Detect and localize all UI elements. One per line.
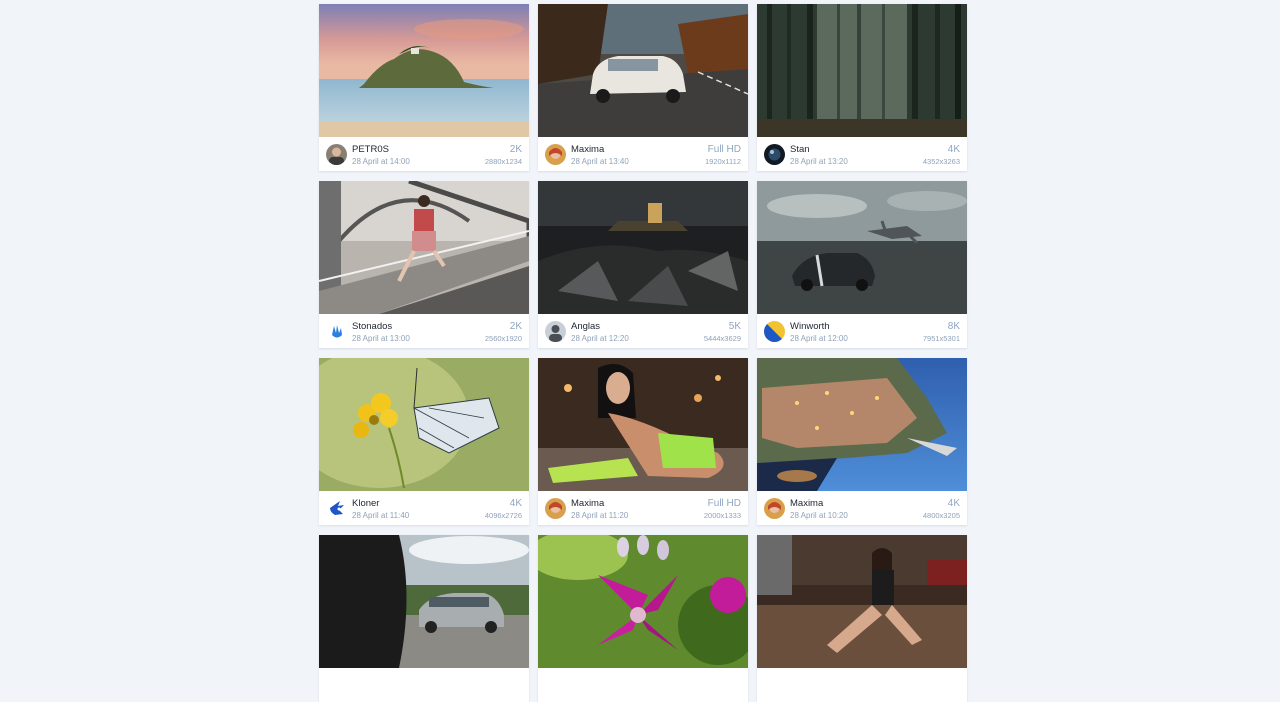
post-date: 28 April at 13:40: [571, 157, 629, 166]
card-info: [319, 668, 529, 702]
author-name[interactable]: Anglas: [571, 321, 600, 332]
image-dimensions: 2560x1920: [484, 334, 522, 343]
image-dimensions: 4352x3263: [922, 157, 960, 166]
card-info: Maxima 28 April at 10:20 4K 4800x3205: [757, 491, 967, 525]
wallpaper-card[interactable]: Anglas 28 April at 12:20 5K 5444x3629: [538, 181, 748, 348]
avatar[interactable]: [326, 144, 347, 165]
card-info: Kloner 28 April at 11:40 4K 4096x2726: [319, 491, 529, 525]
wallpaper-thumbnail[interactable]: [757, 181, 967, 314]
wallpaper-card[interactable]: Maxima 28 April at 11:20 Full HD 2000x13…: [538, 358, 748, 525]
wallpaper-card[interactable]: [319, 535, 529, 702]
wallpaper-thumbnail[interactable]: [319, 181, 529, 314]
wallpaper-thumbnail[interactable]: [319, 358, 529, 491]
card-info: [757, 668, 967, 702]
avatar[interactable]: [545, 498, 566, 519]
wallpaper-card[interactable]: Winworth 28 April at 12:00 8K 7951x5301: [757, 181, 967, 348]
avatar[interactable]: [545, 321, 566, 342]
wallpaper-thumbnail[interactable]: [538, 358, 748, 491]
avatar[interactable]: [764, 498, 785, 519]
avatar[interactable]: [326, 498, 347, 519]
image-dimensions: 1920x1112: [704, 157, 741, 166]
wallpaper-card[interactable]: Stan 28 April at 13:20 4K 4352x3263: [757, 4, 967, 171]
author-name[interactable]: Maxima: [571, 144, 604, 155]
image-dimensions: 7951x5301: [922, 334, 960, 343]
wallpaper-grid: PETR0S 28 April at 14:00 2K 2880x1234 Ma…: [319, 4, 967, 702]
post-date: 28 April at 14:00: [352, 157, 410, 166]
wallpaper-thumbnail[interactable]: [319, 535, 529, 668]
wallpaper-card[interactable]: Kloner 28 April at 11:40 4K 4096x2726: [319, 358, 529, 525]
card-info: Anglas 28 April at 12:20 5K 5444x3629: [538, 314, 748, 348]
resolution-label: 2K: [509, 144, 522, 155]
author-name[interactable]: Winworth: [790, 321, 830, 332]
resolution-label: Full HD: [707, 144, 741, 155]
wallpaper-card[interactable]: Maxima 28 April at 10:20 4K 4800x3205: [757, 358, 967, 525]
author-name[interactable]: Maxima: [571, 498, 604, 509]
card-info: Maxima 28 April at 13:40 Full HD 1920x11…: [538, 137, 748, 171]
image-dimensions: 4096x2726: [484, 511, 522, 520]
resolution-label: 4K: [947, 144, 960, 155]
post-date: 28 April at 11:40: [352, 511, 410, 520]
avatar[interactable]: [326, 321, 347, 342]
wallpaper-card[interactable]: PETR0S 28 April at 14:00 2K 2880x1234: [319, 4, 529, 171]
card-info: Maxima 28 April at 11:20 Full HD 2000x13…: [538, 491, 748, 525]
wallpaper-thumbnail[interactable]: [757, 535, 967, 668]
post-date: 28 April at 12:00: [790, 334, 848, 343]
wallpaper-thumbnail[interactable]: [757, 4, 967, 137]
resolution-label: 5K: [728, 321, 741, 332]
resolution-label: 4K: [509, 498, 522, 509]
wallpaper-card[interactable]: Stonados 28 April at 13:00 2K 2560x1920: [319, 181, 529, 348]
post-date: 28 April at 11:20: [571, 511, 629, 520]
author-name[interactable]: Stonados: [352, 321, 392, 332]
wallpaper-card[interactable]: [538, 535, 748, 702]
avatar[interactable]: [764, 144, 785, 165]
avatar[interactable]: [764, 321, 785, 342]
wallpaper-card[interactable]: [757, 535, 967, 702]
resolution-label: Full HD: [707, 498, 741, 509]
card-info: Winworth 28 April at 12:00 8K 7951x5301: [757, 314, 967, 348]
author-name[interactable]: Stan: [790, 144, 810, 155]
post-date: 28 April at 10:20: [790, 511, 848, 520]
card-info: PETR0S 28 April at 14:00 2K 2880x1234: [319, 137, 529, 171]
avatar[interactable]: [545, 144, 566, 165]
wallpaper-thumbnail[interactable]: [319, 4, 529, 137]
wallpaper-thumbnail[interactable]: [538, 181, 748, 314]
wallpaper-card[interactable]: Maxima 28 April at 13:40 Full HD 1920x11…: [538, 4, 748, 171]
post-date: 28 April at 12:20: [571, 334, 629, 343]
author-name[interactable]: PETR0S: [352, 144, 389, 155]
resolution-label: 8K: [947, 321, 960, 332]
author-name[interactable]: Kloner: [352, 498, 379, 509]
wallpaper-thumbnail[interactable]: [757, 358, 967, 491]
image-dimensions: 4800x3205: [922, 511, 960, 520]
card-info: Stan 28 April at 13:20 4K 4352x3263: [757, 137, 967, 171]
card-info: [538, 668, 748, 702]
post-date: 28 April at 13:00: [352, 334, 410, 343]
image-dimensions: 5444x3629: [703, 334, 741, 343]
resolution-label: 2K: [509, 321, 522, 332]
image-dimensions: 2000x1333: [703, 511, 741, 520]
wallpaper-thumbnail[interactable]: [538, 4, 748, 137]
resolution-label: 4K: [947, 498, 960, 509]
post-date: 28 April at 13:20: [790, 157, 848, 166]
card-info: Stonados 28 April at 13:00 2K 2560x1920: [319, 314, 529, 348]
author-name[interactable]: Maxima: [790, 498, 823, 509]
wallpaper-thumbnail[interactable]: [538, 535, 748, 668]
image-dimensions: 2880x1234: [484, 157, 522, 166]
